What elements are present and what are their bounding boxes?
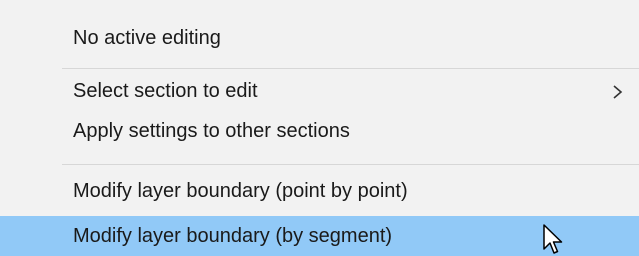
mouse-pointer-icon (542, 224, 564, 256)
menu-item-label: Modify layer boundary (point by point) (73, 179, 408, 202)
menu-item-select-section-to-edit[interactable]: Select section to edit (0, 71, 639, 111)
menu-item-label: Modify layer boundary (by segment) (73, 224, 393, 247)
menu-item-no-active-editing[interactable]: No active editing (0, 18, 639, 58)
menu-item-label: No active editing (73, 26, 221, 49)
menu-separator (62, 164, 639, 165)
menu-item-label: Apply settings to other sections (73, 119, 350, 142)
menu-item-apply-settings-to-other-sections[interactable]: Apply settings to other sections (0, 111, 639, 151)
chevron-right-icon (611, 83, 625, 99)
menu-item-label: Select section to edit (73, 79, 258, 102)
context-menu: No active editing Select section to edit… (0, 0, 639, 256)
menu-item-modify-layer-boundary-point-by-point[interactable]: Modify layer boundary (point by point) (0, 171, 639, 211)
menu-separator (62, 68, 639, 69)
